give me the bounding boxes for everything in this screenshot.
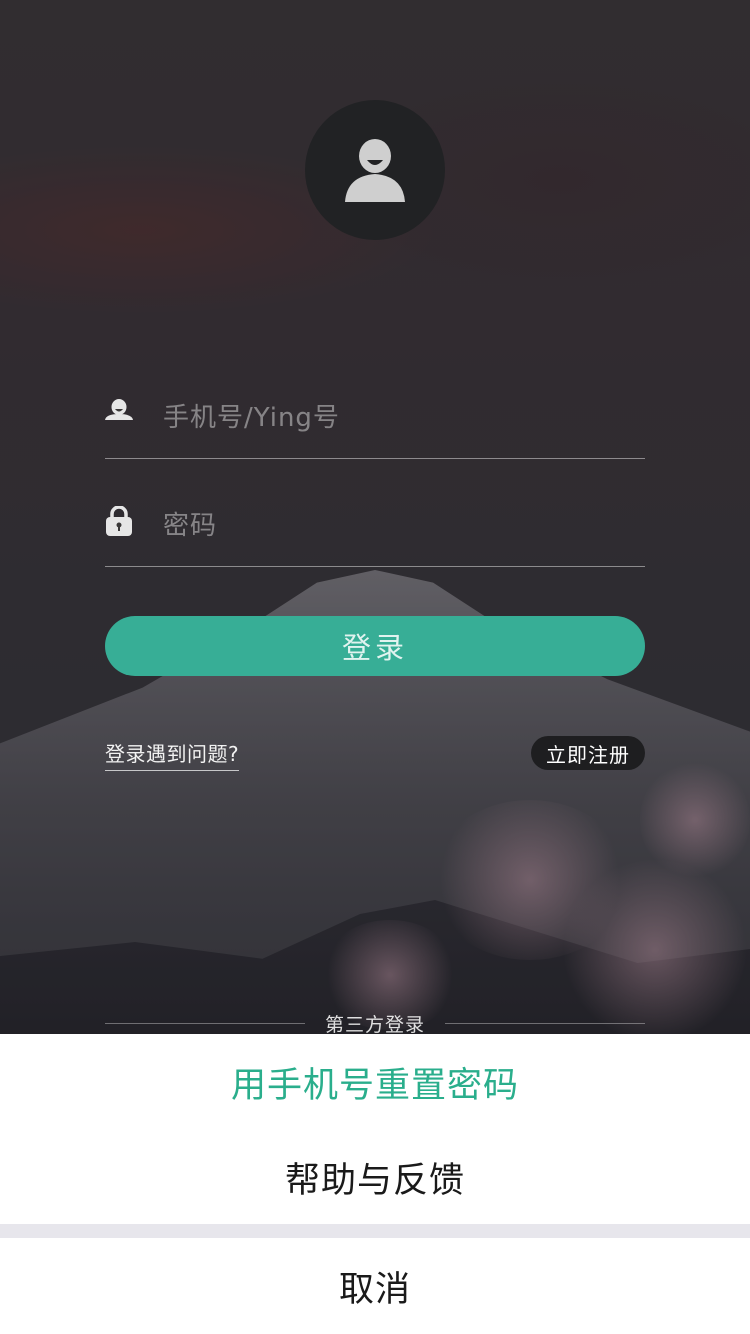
user-avatar-icon: [345, 139, 405, 202]
lock-icon: [106, 506, 132, 536]
register-button[interactable]: 立即注册: [531, 736, 645, 770]
login-button[interactable]: 登录: [105, 616, 645, 676]
login-trouble-link[interactable]: 登录遇到问题?: [105, 738, 240, 771]
sheet-separator: [0, 1224, 750, 1238]
reset-password-option[interactable]: 用手机号重置密码: [0, 1034, 750, 1130]
cancel-option[interactable]: 取消: [0, 1238, 750, 1334]
avatar[interactable]: [305, 100, 445, 240]
help-feedback-option[interactable]: 帮助与反馈: [0, 1130, 750, 1224]
password-field: [105, 506, 645, 567]
third-party-label: 第三方登录: [324, 1014, 425, 1036]
user-icon: [105, 399, 133, 420]
third-party-divider: 第三方登录: [105, 1010, 645, 1036]
username-input[interactable]: [163, 398, 633, 438]
action-sheet: 用手机号重置密码 帮助与反馈 取消: [0, 1034, 750, 1334]
password-input[interactable]: [163, 506, 633, 546]
username-field: [105, 398, 645, 459]
